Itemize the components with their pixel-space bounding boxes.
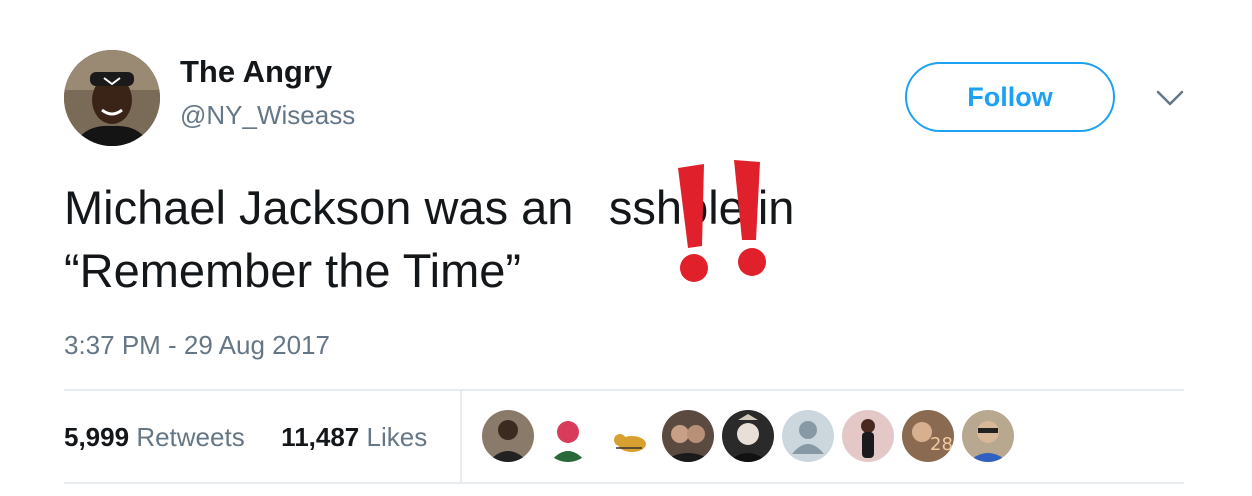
person-photo-icon xyxy=(662,410,714,462)
tweet-text-line-1: Michael Jackson was an sshole in xyxy=(64,181,795,234)
liker-avatar-5[interactable] xyxy=(722,410,774,462)
liker-avatar-6[interactable] xyxy=(782,410,834,462)
person-photo-icon xyxy=(962,410,1014,462)
retweets-count: 5,999 xyxy=(64,422,130,452)
person-photo-icon xyxy=(482,410,534,462)
person-photo-icon xyxy=(842,410,894,462)
double-exclamation-icon xyxy=(678,160,766,282)
default-avatar-icon xyxy=(782,410,834,462)
author-avatar[interactable] xyxy=(64,50,160,146)
liker-avatar-4[interactable] xyxy=(662,410,714,462)
liker-avatar-1[interactable] xyxy=(482,410,534,462)
tweet-text-line-2: “Remember the Time” xyxy=(64,244,522,297)
tweet-timestamp[interactable]: 3:37 PM - 29 Aug 2017 xyxy=(64,330,330,361)
tweet-stats: 5,999 Retweets 11,487 Likes xyxy=(64,422,427,453)
likes-stat[interactable]: 11,487 Likes xyxy=(281,422,427,452)
person-photo-icon xyxy=(542,410,594,462)
double-exclamation-emoji xyxy=(660,154,780,288)
user-avatar-icon xyxy=(64,50,160,146)
stats-separator xyxy=(460,391,462,482)
liker-avatar-8[interactable]: 28 xyxy=(902,410,954,462)
person-photo-icon: 28 xyxy=(902,410,954,462)
chevron-down-icon xyxy=(1156,90,1184,106)
person-photo-icon xyxy=(722,410,774,462)
retweets-stat[interactable]: 5,999 Retweets xyxy=(64,422,252,452)
tweet-text: Michael Jackson was an sshole in “Rememb… xyxy=(64,176,1184,302)
cartoon-cat-icon xyxy=(602,410,654,462)
liker-avatar-2[interactable] xyxy=(542,410,594,462)
author-display-name[interactable]: The Angry xyxy=(180,54,332,90)
retweets-label: Retweets xyxy=(136,422,245,452)
stats-divider-bottom xyxy=(64,482,1184,484)
liker-avatar-9[interactable] xyxy=(962,410,1014,462)
more-options-button[interactable] xyxy=(1150,84,1190,114)
author-handle[interactable]: @NY_Wiseass xyxy=(180,100,355,131)
liker-avatar-7[interactable] xyxy=(842,410,894,462)
liker-avatar-3[interactable] xyxy=(602,410,654,462)
follow-button[interactable]: Follow xyxy=(905,62,1115,132)
likes-label: Likes xyxy=(366,422,428,452)
svg-text:28: 28 xyxy=(930,434,953,455)
stats-divider-top xyxy=(64,389,1184,391)
likes-count: 11,487 xyxy=(281,422,360,452)
